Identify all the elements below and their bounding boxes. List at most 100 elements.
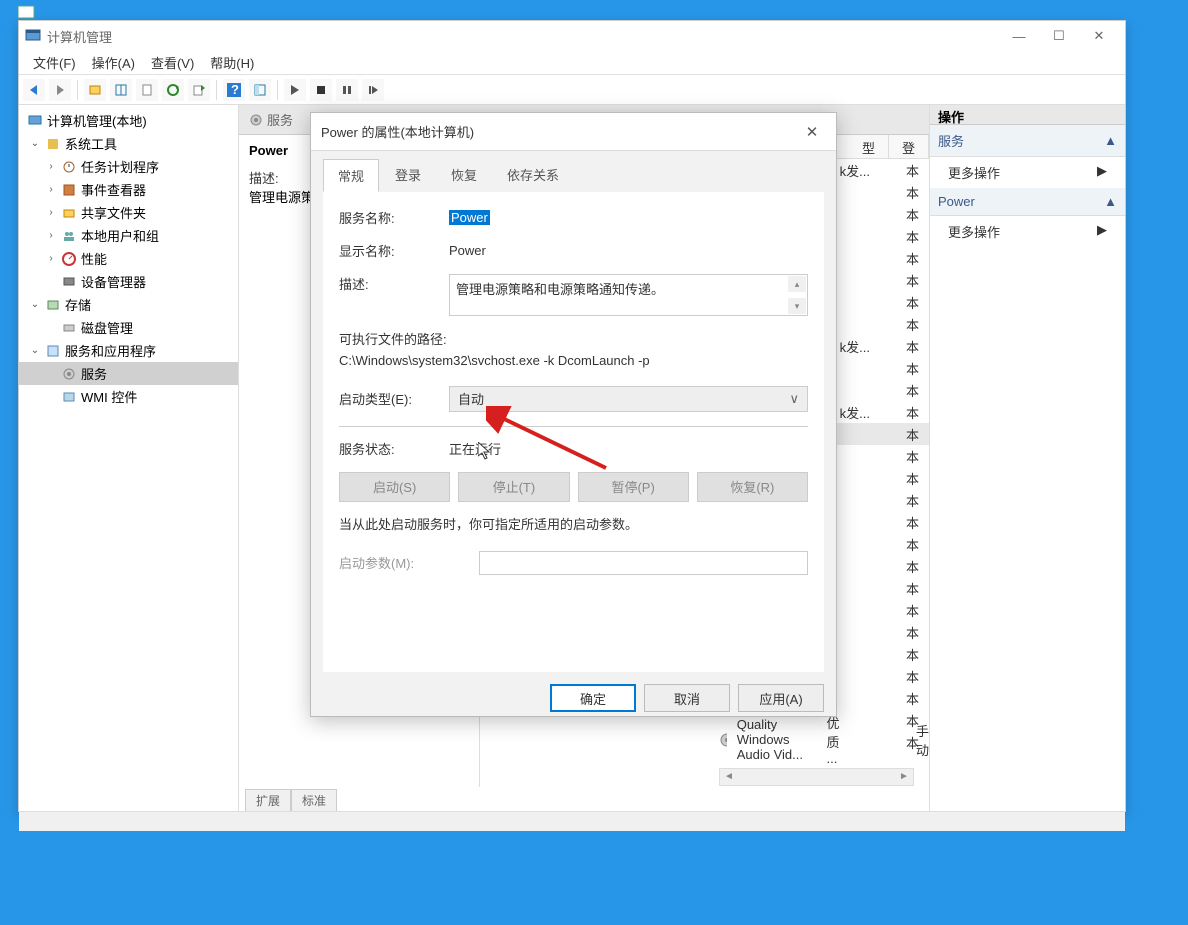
restart-button[interactable]: [362, 79, 384, 101]
menu-action[interactable]: 操作(A): [84, 53, 143, 72]
action-label: 更多操作: [948, 163, 1000, 182]
tree-label: 本地用户和组: [81, 226, 159, 245]
show-hide-button[interactable]: [110, 79, 132, 101]
scrollbar[interactable]: ▴▾: [788, 276, 806, 314]
stop-button[interactable]: [310, 79, 332, 101]
close-button[interactable]: ✕: [1079, 25, 1119, 47]
gear-icon: [61, 366, 77, 382]
toolbar: ?: [19, 75, 1125, 105]
menubar: 文件(F) 操作(A) 查看(V) 帮助(H): [19, 51, 1125, 75]
section-label: 服务: [938, 131, 964, 150]
tree-system-tools[interactable]: ⌄ 系统工具: [19, 132, 238, 155]
tree-wmi[interactable]: WMI 控件: [19, 385, 238, 408]
actions-panel: 操作 服务 ▲ 更多操作 ▶ Power ▲ 更多操作 ▶: [929, 105, 1125, 811]
stop-button[interactable]: 停止(T): [458, 472, 569, 502]
horizontal-scrollbar[interactable]: ◄ ►: [719, 768, 914, 786]
forward-button[interactable]: [49, 79, 71, 101]
action-label: 更多操作: [948, 222, 1000, 241]
export-button[interactable]: [188, 79, 210, 101]
performance-icon: [61, 251, 77, 267]
pause-button[interactable]: [336, 79, 358, 101]
tree-panel: 计算机管理(本地) ⌄ 系统工具 › 任务计划程序 › 事件查看器 › 共享文件…: [19, 105, 239, 811]
pause-button[interactable]: 暂停(P): [578, 472, 689, 502]
tree-event-viewer[interactable]: › 事件查看器: [19, 178, 238, 201]
tab-general[interactable]: 常规: [323, 159, 379, 192]
scroll-up-icon[interactable]: ▴: [788, 276, 806, 292]
scroll-down-icon[interactable]: ▾: [788, 298, 806, 314]
bottom-tabs: 扩展 标准: [239, 787, 929, 811]
section-label: Power: [938, 194, 975, 209]
maximize-button[interactable]: ☐: [1039, 25, 1079, 47]
tree-local-users[interactable]: › 本地用户和组: [19, 224, 238, 247]
resume-button[interactable]: 恢复(R): [697, 472, 808, 502]
back-button[interactable]: [23, 79, 45, 101]
computer-icon: [27, 113, 43, 129]
scroll-right-icon[interactable]: ►: [895, 769, 913, 785]
tree-label: 任务计划程序: [81, 157, 159, 176]
share-icon: [61, 205, 77, 221]
actions-section-services[interactable]: 服务 ▲: [930, 125, 1125, 157]
service-status-label: 服务状态:: [339, 439, 449, 458]
tab-label: 服务: [267, 110, 293, 129]
users-icon: [61, 228, 77, 244]
col-type[interactable]: 型: [849, 135, 889, 158]
tree-disk-management[interactable]: 磁盘管理: [19, 316, 238, 339]
tab-recovery[interactable]: 恢复: [437, 159, 491, 192]
tree-label: 磁盘管理: [81, 318, 133, 337]
apply-button[interactable]: 应用(A): [738, 684, 824, 712]
properties-dialog: Power 的属性(本地计算机) ✕ 常规 登录 恢复 依存关系 服务名称: P…: [310, 112, 837, 717]
window-title: 计算机管理: [47, 27, 999, 46]
tab-logon[interactable]: 登录: [381, 159, 435, 192]
cancel-button[interactable]: 取消: [644, 684, 730, 712]
menu-view[interactable]: 查看(V): [143, 53, 202, 72]
tree-services-apps[interactable]: ⌄ 服务和应用程序: [19, 339, 238, 362]
wmi-icon: [61, 389, 77, 405]
tree-storage[interactable]: ⌄ 存储: [19, 293, 238, 316]
tree-task-scheduler[interactable]: › 任务计划程序: [19, 155, 238, 178]
startup-type-dropdown[interactable]: 自动 ∨: [449, 386, 808, 412]
up-button[interactable]: [84, 79, 106, 101]
menu-help[interactable]: 帮助(H): [202, 53, 262, 72]
tree-performance[interactable]: › 性能: [19, 247, 238, 270]
start-params-input[interactable]: [479, 551, 808, 575]
tab-extended[interactable]: 扩展: [245, 789, 291, 811]
tree-label: 设备管理器: [81, 272, 146, 291]
actions-section-power[interactable]: Power ▲: [930, 188, 1125, 216]
actions-header: 操作: [930, 105, 1125, 125]
properties-button[interactable]: [136, 79, 158, 101]
chevron-down-icon: ⌄: [29, 299, 41, 310]
col-login[interactable]: 登: [889, 135, 929, 158]
services-tab[interactable]: 服务: [239, 110, 303, 129]
start-button[interactable]: 启动(S): [339, 472, 450, 502]
tree-root[interactable]: 计算机管理(本地): [19, 109, 238, 132]
scroll-left-icon[interactable]: ◄: [720, 769, 738, 785]
action-more-power[interactable]: 更多操作 ▶: [930, 216, 1125, 247]
tree-label: 事件查看器: [81, 180, 146, 199]
chevron-right-icon: ›: [45, 207, 57, 218]
tab-dependencies[interactable]: 依存关系: [493, 159, 573, 192]
action-more-services[interactable]: 更多操作 ▶: [930, 157, 1125, 188]
refresh-button[interactable]: [162, 79, 184, 101]
gear-icon: [249, 113, 263, 127]
minimize-button[interactable]: —: [999, 25, 1039, 47]
display-name-label: 显示名称:: [339, 241, 449, 260]
play-button[interactable]: [284, 79, 306, 101]
help-button[interactable]: ?: [223, 79, 245, 101]
service-name-label: 服务名称:: [339, 208, 449, 227]
panel-button[interactable]: [249, 79, 271, 101]
tab-standard[interactable]: 标准: [291, 789, 337, 811]
services-apps-icon: [45, 343, 61, 359]
tree-shared-folders[interactable]: › 共享文件夹: [19, 201, 238, 224]
dialog-titlebar: Power 的属性(本地计算机) ✕: [311, 113, 836, 151]
clock-icon: [61, 159, 77, 175]
tree-label: 服务: [81, 364, 107, 383]
ok-button[interactable]: 确定: [550, 684, 636, 712]
exe-path-value: C:\Windows\system32\svchost.exe -k DcomL…: [339, 351, 808, 372]
device-icon: [61, 274, 77, 290]
menu-file[interactable]: 文件(F): [25, 53, 84, 72]
dialog-close-button[interactable]: ✕: [798, 123, 826, 141]
tree-services[interactable]: 服务: [19, 362, 238, 385]
description-box[interactable]: 管理电源策略和电源策略通知传递。 ▴▾: [449, 274, 808, 316]
chevron-right-icon: ›: [45, 184, 57, 195]
tree-device-manager[interactable]: 设备管理器: [19, 270, 238, 293]
